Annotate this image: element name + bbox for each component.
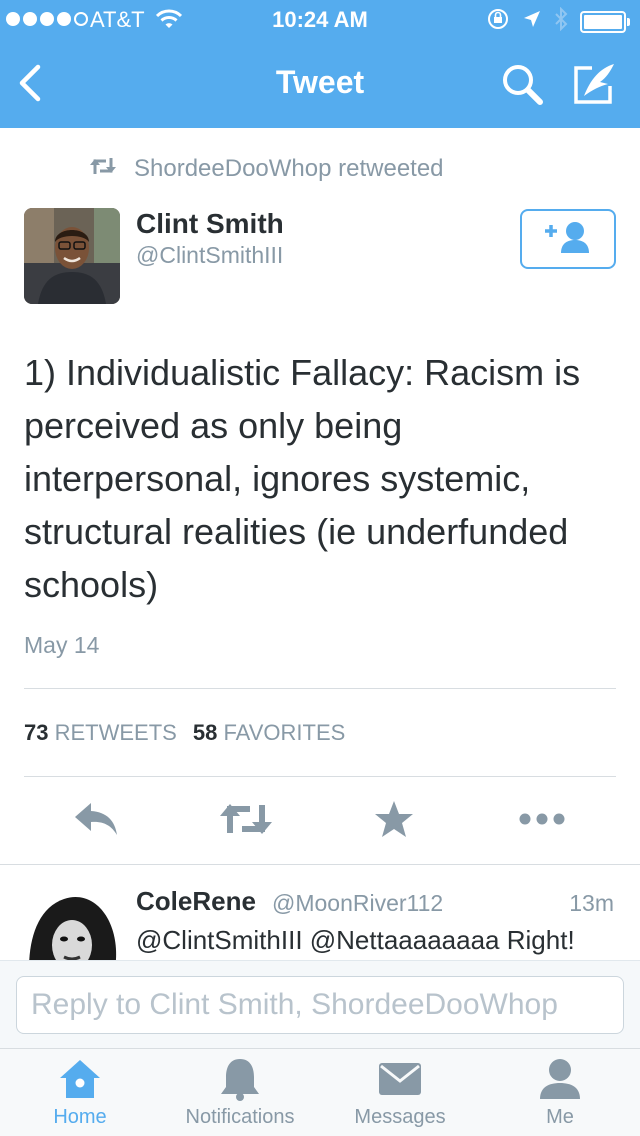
tab-messages[interactable]: Messages — [320, 1049, 480, 1136]
favorites-stat[interactable]: 58 FAVORITES — [193, 720, 345, 746]
favorite-star-icon — [374, 800, 414, 843]
status-bar: AT&T 10:24 AM — [0, 0, 640, 40]
search-icon — [498, 65, 546, 112]
tweet-date: May 14 — [24, 632, 100, 658]
retweet-icon — [218, 801, 274, 842]
author-name[interactable]: Clint Smith — [136, 208, 284, 240]
author-handle[interactable]: @ClintSmithIII — [136, 242, 283, 269]
more-button[interactable] — [512, 796, 572, 846]
location-arrow-icon — [522, 9, 542, 35]
person-icon — [538, 1058, 582, 1106]
retweet-small-icon — [88, 155, 118, 183]
reply-list: ColeRene @MoonRiver112 13m @ClintSmithII… — [0, 864, 640, 960]
divider — [24, 688, 616, 689]
compose-icon — [570, 64, 620, 112]
favorite-button[interactable] — [364, 796, 424, 846]
tab-label: Messages — [354, 1106, 446, 1128]
retweet-button[interactable] — [216, 796, 276, 846]
divider — [24, 776, 616, 777]
reply-icon — [73, 801, 123, 842]
reply-author-name[interactable]: ColeRene — [136, 886, 256, 917]
retweets-count: 73 — [24, 720, 49, 745]
reply-timestamp: 13m — [569, 890, 614, 916]
retweet-context[interactable]: ShordeeDooWhop retweeted — [88, 154, 444, 184]
reply-author-handle[interactable]: @MoonRiver112 — [272, 890, 443, 917]
reply-composer — [0, 960, 640, 1048]
compose-tweet-button[interactable] — [570, 60, 620, 108]
tab-home[interactable]: Home — [0, 1049, 160, 1136]
follow-button[interactable] — [520, 209, 616, 269]
favorites-count: 58 — [192, 720, 218, 745]
reply-button[interactable] — [68, 796, 128, 846]
bluetooth-icon — [554, 6, 568, 37]
rotation-lock-icon — [486, 7, 510, 37]
more-icon — [517, 811, 567, 832]
reply-text: @ClintSmithIII @Nettaaaaaaaa Right! — [136, 925, 575, 955]
retweets-stat[interactable]: 73 RETWEETS — [24, 720, 177, 746]
search-button[interactable] — [498, 60, 546, 108]
tab-me[interactable]: Me — [480, 1049, 640, 1136]
tab-notifications[interactable]: Notifications — [160, 1049, 320, 1136]
reply-input[interactable] — [16, 976, 624, 1034]
battery-icon — [580, 11, 630, 33]
author-avatar[interactable] — [24, 208, 120, 304]
retweets-label: RETWEETS — [54, 720, 177, 745]
retweeted-by-label: ShordeeDooWhop retweeted — [134, 155, 444, 182]
envelope-icon — [378, 1062, 422, 1102]
home-icon — [58, 1058, 102, 1106]
tab-label: Home — [53, 1106, 107, 1128]
tab-bar: Home Notifications Messages Me — [0, 1048, 640, 1136]
favorites-label: FAVORITES — [223, 720, 346, 745]
tweet-text: 1) Individualistic Fallacy: Racism is pe… — [24, 352, 581, 605]
bell-icon — [220, 1057, 260, 1107]
add-user-icon — [542, 219, 594, 260]
reply-avatar[interactable] — [24, 889, 120, 960]
tweet-stats: 73 RETWEETS 58 FAVORITES — [24, 720, 345, 746]
tab-label: Me — [546, 1106, 574, 1128]
top-header: AT&T 10:24 AM Tweet — [0, 0, 640, 128]
tab-label: Notifications — [185, 1106, 295, 1128]
